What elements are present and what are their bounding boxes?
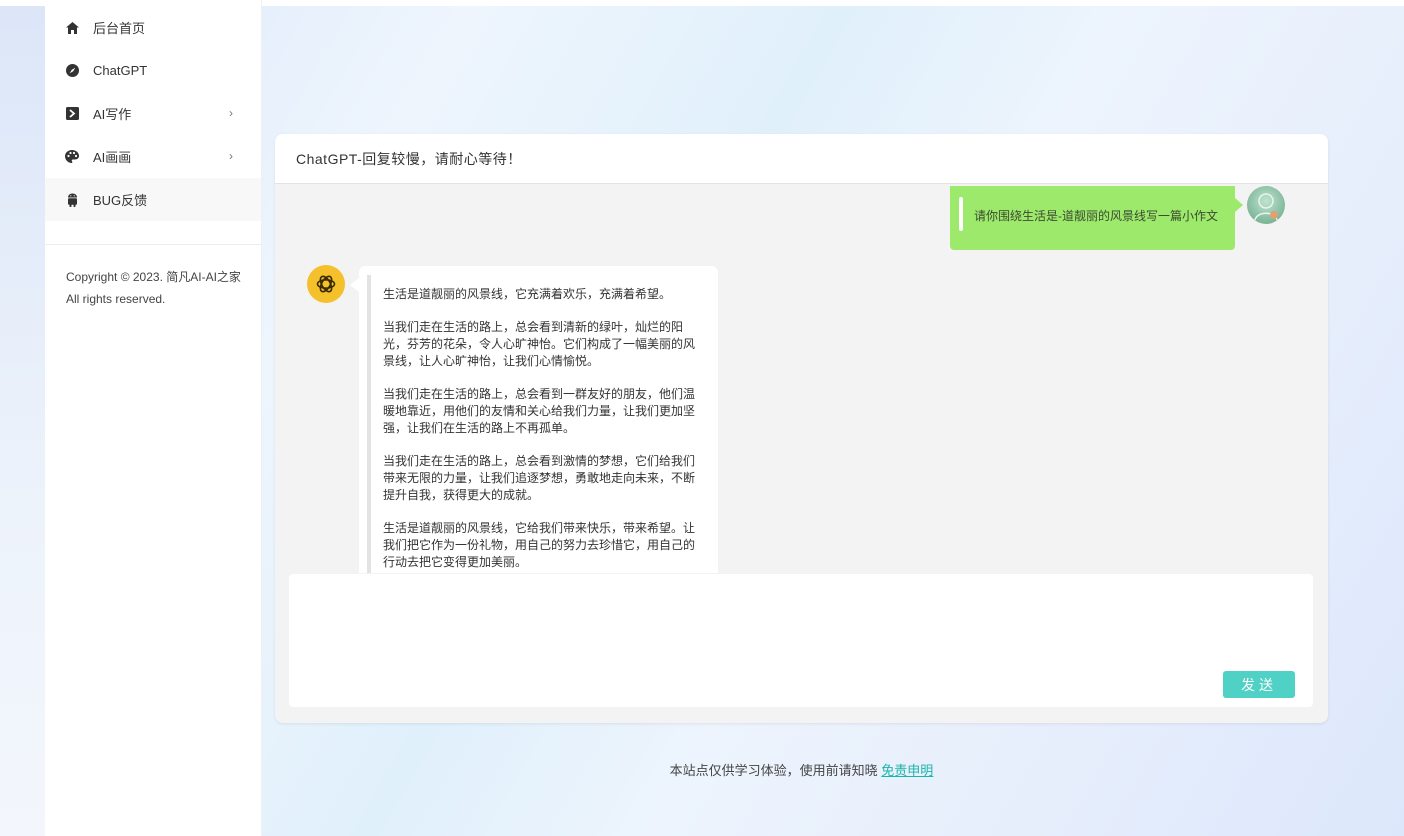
sidebar-item-label: ChatGPT: [93, 63, 148, 78]
copyright-text: Copyright © 2023. 简凡AI-AI之家 All rights r…: [66, 270, 241, 306]
chatgpt-avatar: [307, 265, 345, 303]
sidebar-menu: 后台首页 ChatGPT AI写作 › AI画画 › BUG反馈: [45, 6, 261, 221]
left-background-edge: [0, 6, 45, 836]
user-avatar: [1247, 186, 1285, 224]
chevron-right-icon: ›: [229, 149, 233, 163]
sidebar-divider: [45, 244, 261, 245]
quote-bar: [367, 275, 371, 573]
bot-paragraph: 当我们走在生活的路上，总会看到清新的绿叶，灿烂的阳光，芬芳的花朵，令人心旷神怡。…: [383, 320, 696, 368]
user-message-bubble: 请你围绕生活是-道靓丽的风景线写一篇小作文: [950, 186, 1243, 250]
android-icon: [65, 193, 79, 207]
openai-logo-icon: [316, 275, 336, 293]
sidebar-item-bug-feedback[interactable]: BUG反馈: [45, 178, 261, 221]
bot-paragraph: 当我们走在生活的路上，总会看到激情的梦想，它们给我们带来无限的力量，让我们追逐梦…: [383, 454, 696, 502]
message-list[interactable]: 请你围绕生活是-道靓丽的风景线写一篇小作文 生活是道靓丽的风景线，它充满着欢乐，…: [275, 185, 1328, 573]
chevron-right-icon: ›: [229, 106, 233, 120]
sidebar-item-label: AI画画: [93, 150, 132, 165]
sidebar-item-ai-drawing[interactable]: AI画画 ›: [45, 135, 261, 178]
bot-paragraph: 生活是道靓丽的风景线，它充满着欢乐，充满着希望。: [383, 287, 672, 301]
bot-message-bubble: 生活是道靓丽的风景线，它充满着欢乐，充满着希望。 当我们走在生活的路上，总会看到…: [350, 266, 718, 573]
footer-text: 本站点仅供学习体验，使用前请知晓: [669, 763, 882, 778]
footer: 本站点仅供学习体验，使用前请知晓 免责申明: [275, 760, 1328, 779]
terminal-icon: [65, 107, 79, 121]
sidebar-item-label: BUG反馈: [93, 193, 148, 208]
message-input[interactable]: [289, 574, 1313, 664]
disclaimer-link[interactable]: 免责申明: [881, 763, 933, 778]
palette-icon: [65, 150, 79, 164]
sidebar: 后台首页 ChatGPT AI写作 › AI画画 › BUG反馈 Copyrig…: [45, 0, 262, 836]
bot-paragraph: 生活是道靓丽的风景线，它给我们带来快乐，带来希望。让我们把它作为一份礼物，用自己…: [383, 520, 696, 569]
chat-card: ChatGPT-回复较慢，请耐心等待！ 请你围绕生活是-道靓丽的风景线写一篇小作…: [275, 134, 1328, 723]
sidebar-item-label: AI写作: [93, 107, 132, 122]
send-button[interactable]: 发送: [1223, 671, 1295, 698]
compass-icon: [65, 64, 79, 78]
sidebar-item-home[interactable]: 后台首页: [45, 6, 261, 49]
bot-paragraph: 当我们走在生活的路上，总会看到一群友好的朋友，他们温暖地靠近，用他们的友情和关心…: [383, 387, 696, 435]
quote-bar: [959, 197, 963, 231]
chat-header: ChatGPT-回复较慢，请耐心等待！: [275, 134, 1328, 184]
sidebar-item-chatgpt[interactable]: ChatGPT: [45, 49, 261, 92]
sidebar-item-ai-writing[interactable]: AI写作 ›: [45, 92, 261, 135]
user-message-text: 请你围绕生活是-道靓丽的风景线写一篇小作文: [974, 209, 1218, 223]
message-input-box: 发送: [289, 574, 1313, 707]
home-icon: [65, 21, 79, 35]
sidebar-item-label: 后台首页: [93, 21, 146, 36]
